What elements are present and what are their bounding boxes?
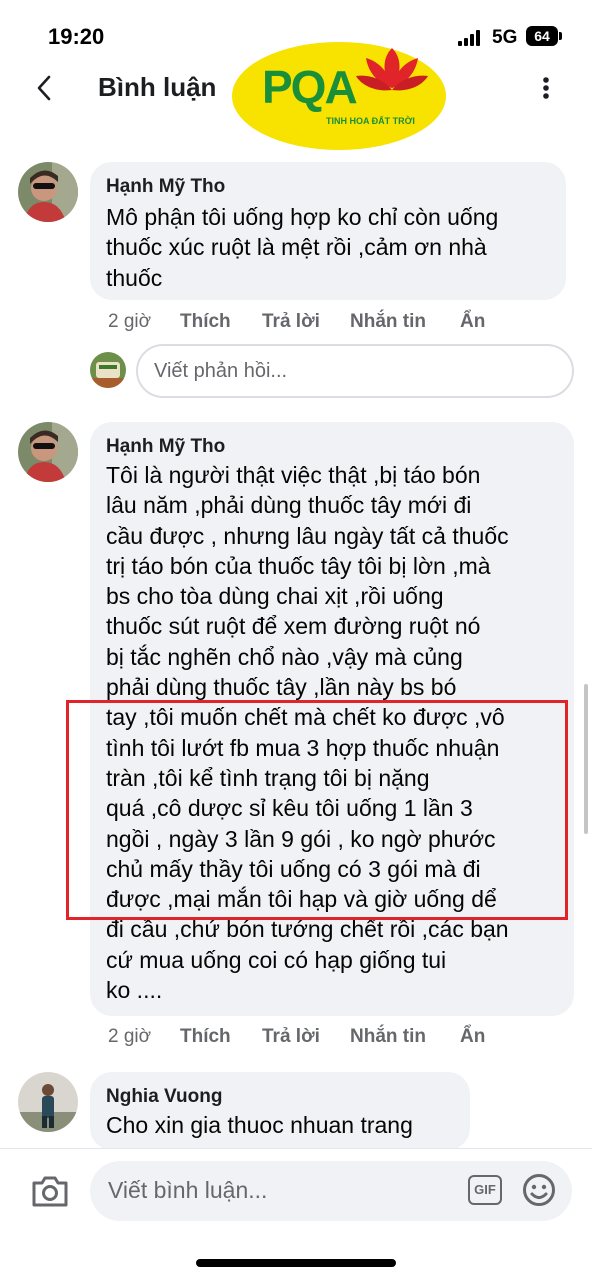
comment-composer: Viết bình luận... GIF [0, 1148, 592, 1280]
status-time: 19:20 [48, 24, 105, 49]
current-user-avatar [90, 352, 126, 388]
avatar-photo [18, 422, 78, 482]
back-arrow-icon [37, 75, 51, 101]
gif-icon[interactable]: GIF [468, 1175, 502, 1205]
avatar-photo [18, 1072, 78, 1132]
lotus-flower-icon [356, 48, 428, 91]
avatar[interactable] [18, 422, 78, 482]
hide-button[interactable]: Ẩn [460, 1026, 485, 1048]
avatar-photo [90, 352, 126, 388]
avatar-photo [18, 162, 78, 222]
home-indicator [196, 1259, 396, 1267]
like-button[interactable]: Thích [180, 311, 231, 333]
battery-icon: 64 [526, 26, 558, 46]
comment-actions: 2 giờ Thích Trả lời Nhắn tin Ẩn [108, 1026, 568, 1050]
camera-button[interactable] [30, 1173, 70, 1209]
reply-button[interactable]: Trả lời [262, 311, 320, 333]
comment-text: Mô phận tôi uống hợp ko chỉ còn uống thu… [106, 204, 499, 291]
comment-bubble: Nghia Vuong Cho xin gia thuoc nhuan tran… [90, 1072, 470, 1150]
signal-icon [458, 30, 482, 46]
comment-placeholder: Viết bình luận... [108, 1177, 268, 1203]
message-button[interactable]: Nhắn tin [350, 1026, 426, 1048]
avatar[interactable] [18, 1072, 78, 1132]
message-button[interactable]: Nhắn tin [350, 311, 426, 333]
emoji-icon [523, 1174, 555, 1206]
scrollbar[interactable] [584, 684, 588, 834]
comment-text: Cho xin gia thuoc nhuan trang [106, 1112, 413, 1138]
comment-time: 2 giờ [108, 311, 152, 332]
reply-button[interactable]: Trả lời [262, 1026, 320, 1048]
back-button[interactable] [28, 70, 60, 106]
highlight-box [66, 700, 568, 920]
page-title: Bình luận [98, 72, 217, 102]
header: Bình luận PQA TINH HOA ĐẤT TRỜI [0, 42, 592, 150]
comment-author[interactable]: Nghia Vuong [106, 1086, 222, 1108]
battery-tip [559, 32, 562, 40]
pqa-logo: PQA TINH HOA ĐẤT TRỜI [232, 42, 446, 150]
more-vertical-icon [543, 77, 549, 99]
comment-author[interactable]: Hạnh Mỹ Tho [106, 436, 225, 458]
reply-input[interactable]: Viết phản hồi... [136, 344, 574, 398]
reply-placeholder: Viết phản hồi... [154, 360, 288, 382]
avatar[interactable] [18, 162, 78, 222]
comment-author[interactable]: Hạnh Mỹ Tho [106, 176, 225, 198]
more-options-button[interactable] [530, 70, 562, 106]
network-label: 5G [492, 27, 518, 48]
logo-text: PQA [262, 61, 358, 113]
emoji-button[interactable] [522, 1173, 556, 1207]
comment-bubble: Hạnh Mỹ Tho Mô phận tôi uống hợp ko chỉ … [90, 162, 566, 300]
like-button[interactable]: Thích [180, 1026, 231, 1048]
comment-time: 2 giờ [108, 1026, 152, 1047]
comment-input[interactable]: Viết bình luận... GIF [90, 1161, 572, 1221]
hide-button[interactable]: Ẩn [460, 311, 485, 333]
camera-icon [32, 1176, 68, 1207]
comment-actions: 2 giờ Thích Trả lời Nhắn tin Ẩn [108, 311, 568, 335]
logo-tagline: TINH HOA ĐẤT TRỜI [326, 116, 415, 126]
